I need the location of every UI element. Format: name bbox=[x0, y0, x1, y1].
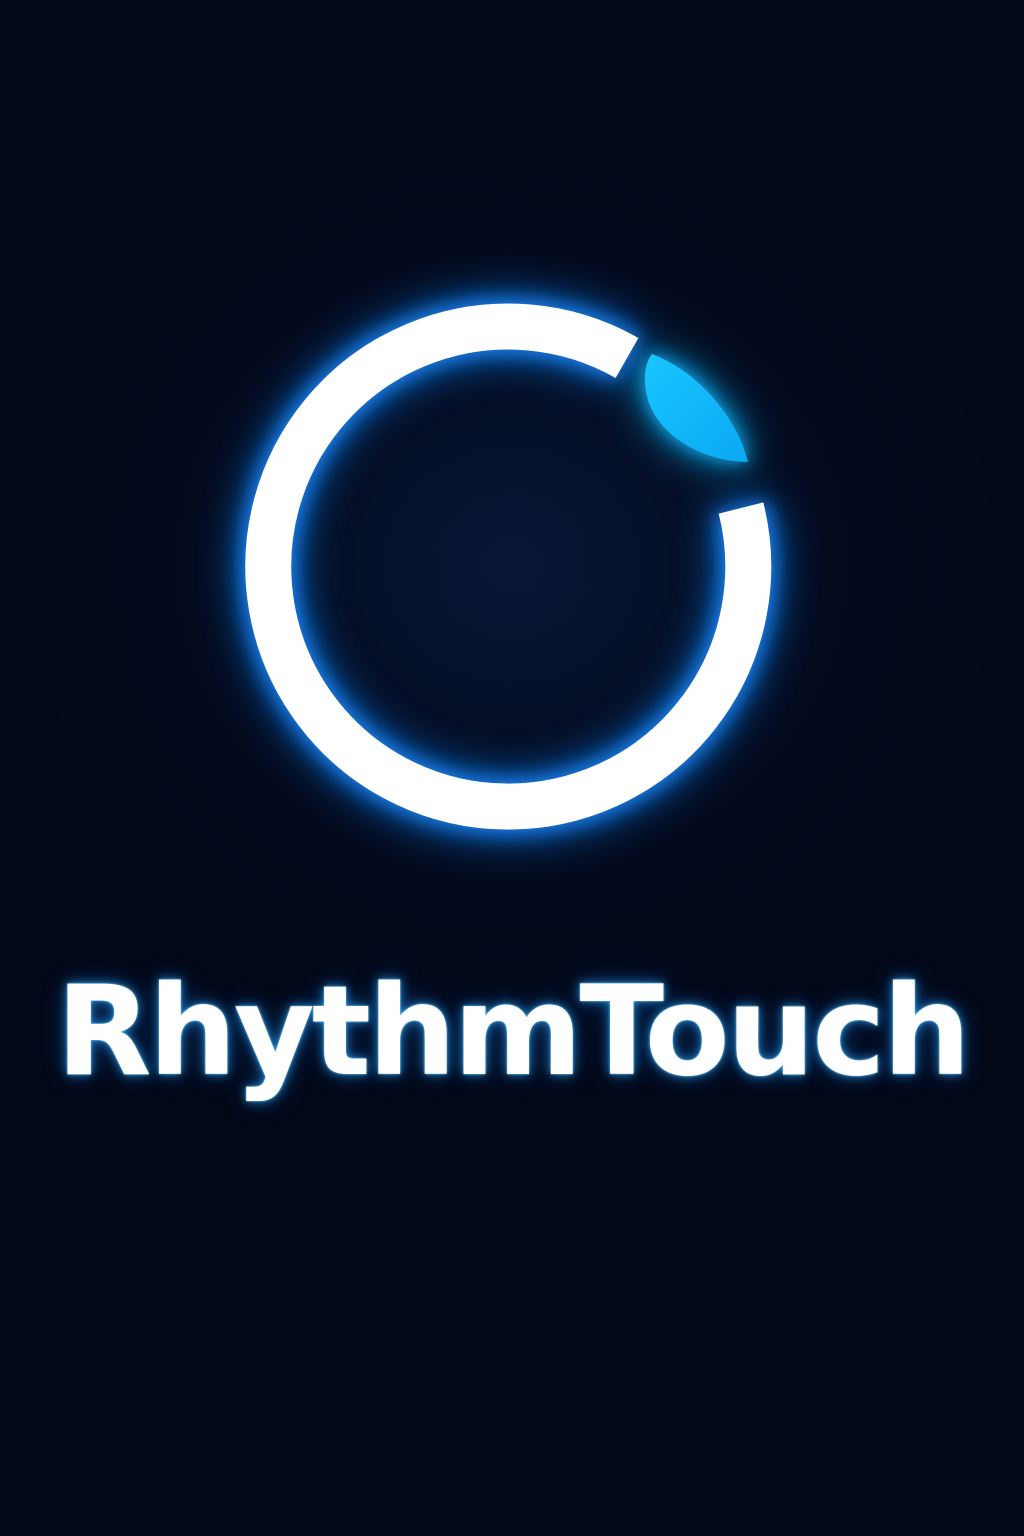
logo-drop bbox=[644, 354, 748, 462]
app-name-title: RhythmTouch bbox=[56, 960, 971, 1104]
splash-screen: RhythmTouch bbox=[0, 0, 1024, 1536]
circular-ring-with-teardrop-icon bbox=[242, 300, 775, 833]
app-logo bbox=[200, 250, 824, 874]
